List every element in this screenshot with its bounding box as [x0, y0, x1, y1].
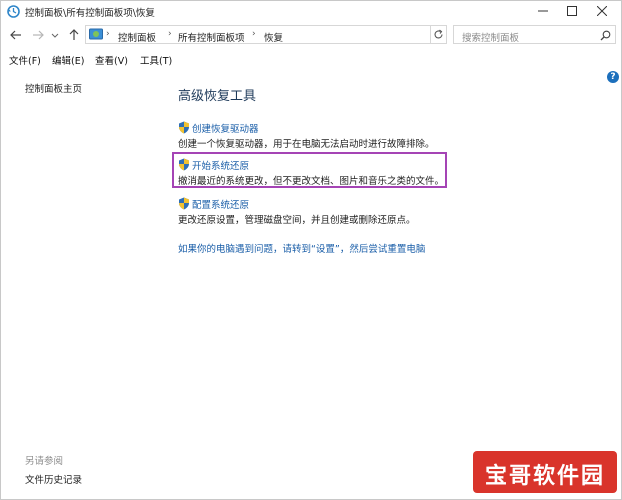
control-panel-icon [89, 28, 103, 40]
close-icon [597, 6, 607, 16]
refresh-icon [434, 29, 443, 39]
search-box[interactable]: 搜索控制面板 [453, 25, 616, 44]
configure-system-restore-description: 更改还原设置，管理磁盘空间，并且创建或删除还原点。 [178, 215, 416, 226]
watermark-text: 宝哥软件园 [484, 464, 605, 489]
forward-arrow-icon[interactable] [31, 28, 45, 42]
window-title: 控制面板\所有控制面板项\恢复 [25, 8, 155, 19]
control-panel-home-link[interactable]: 控制面板主页 [25, 81, 82, 95]
configure-system-restore-link[interactable]: 配置系统还原 [192, 197, 249, 211]
search-placeholder[interactable]: 搜索控制面板 [462, 30, 519, 44]
breadcrumb-control-panel[interactable]: 控制面板 [118, 30, 156, 44]
menu-bar: 文件(F) 编辑(E) 查看(V) 工具(T) [1, 51, 621, 67]
menu-file[interactable]: 文件(F) [9, 53, 41, 67]
title-bar: 控制面板\所有控制面板项\恢复 [1, 1, 621, 21]
refresh-button[interactable] [431, 25, 447, 44]
control-panel-window: 控制面板\所有控制面板项\恢复 › 控制面板 › 所有控制面板项 › 恢复 搜索… [0, 0, 622, 500]
create-recovery-drive-description: 创建一个恢复驱动器，用于在电脑无法启动时进行故障排除。 [178, 139, 435, 150]
maximize-icon [567, 6, 577, 16]
menu-edit[interactable]: 编辑(E) [52, 53, 84, 67]
breadcrumb-separator-icon[interactable]: › [252, 29, 256, 39]
address-bar[interactable]: › 控制面板 › 所有控制面板项 › 恢复 [85, 25, 508, 44]
uac-shield-icon [179, 197, 189, 210]
breadcrumb-all-items[interactable]: 所有控制面板项 [178, 30, 245, 44]
breadcrumb-separator-icon: › [106, 29, 110, 39]
create-recovery-drive-link[interactable]: 创建恢复驱动器 [192, 121, 259, 135]
page-title: 高级恢复工具 [178, 89, 257, 104]
highlight-box [172, 152, 447, 188]
close-button[interactable] [587, 1, 617, 21]
menu-view[interactable]: 查看(V) [95, 53, 128, 67]
search-icon[interactable] [600, 30, 611, 41]
up-arrow-icon[interactable] [67, 28, 81, 42]
menu-tools[interactable]: 工具(T) [140, 53, 172, 67]
watermark-logo: 宝哥软件园 [473, 451, 617, 493]
breadcrumb-separator-icon[interactable]: › [168, 29, 172, 39]
uac-shield-icon [179, 121, 189, 134]
back-arrow-icon[interactable] [9, 28, 23, 42]
reset-pc-link[interactable]: 如果你的电脑遇到问题，请转到“设置”，然后尝试重置电脑 [178, 241, 425, 255]
file-history-link[interactable]: 文件历史记录 [25, 472, 82, 486]
see-also-label: 另请参阅 [25, 456, 64, 467]
help-icon[interactable]: ? [607, 71, 619, 83]
minimize-button[interactable] [528, 1, 558, 21]
navigation-bar: › 控制面板 › 所有控制面板项 › 恢复 搜索控制面板 [1, 23, 621, 47]
breadcrumb-recovery[interactable]: 恢复 [264, 30, 283, 44]
maximize-button[interactable] [557, 1, 587, 21]
minimize-icon [538, 10, 548, 12]
recovery-app-icon [7, 5, 20, 18]
recent-locations-chevron-icon[interactable] [51, 28, 59, 42]
